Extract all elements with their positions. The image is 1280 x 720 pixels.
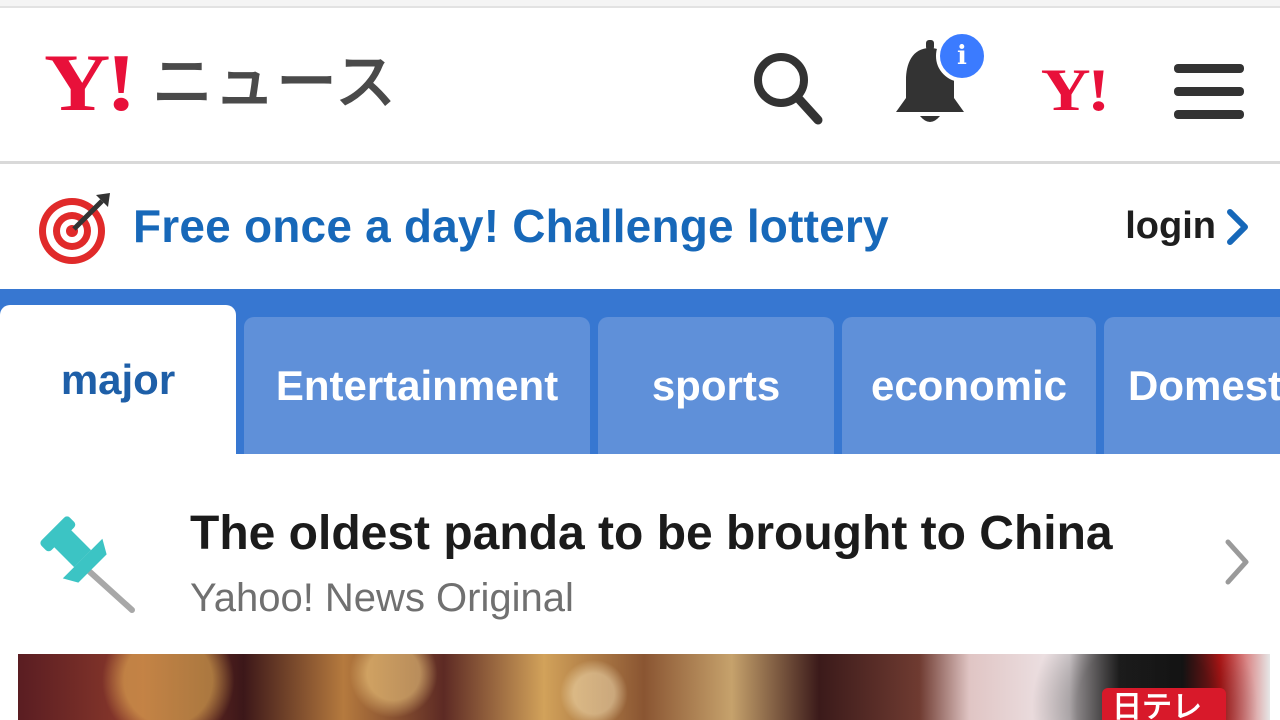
pinned-news-item[interactable]: The oldest panda to be brought to China … bbox=[0, 454, 1280, 654]
notification-badge: i bbox=[936, 30, 988, 82]
news-hero-image[interactable]: 日テレ bbox=[18, 654, 1270, 720]
tab-major[interactable]: major bbox=[0, 305, 236, 454]
news-wordmark: ニュース bbox=[152, 48, 398, 118]
yahoo-news-logo[interactable]: Y! ニュース bbox=[44, 42, 398, 124]
login-label: login bbox=[1125, 205, 1216, 247]
target-arrow-icon bbox=[39, 193, 110, 264]
news-source: Yahoo! News Original bbox=[190, 576, 574, 620]
channel-logo: 日テレ bbox=[1102, 688, 1226, 720]
yahoo-top-button[interactable]: Y! bbox=[1024, 58, 1124, 122]
menu-button[interactable] bbox=[1170, 56, 1248, 128]
hamburger-menu-icon bbox=[1174, 64, 1244, 119]
yahoo-mark-icon: Y! bbox=[1041, 57, 1110, 123]
lottery-text[interactable]: Free once a day! Challenge lottery bbox=[133, 199, 889, 253]
login-link[interactable]: login bbox=[1125, 205, 1250, 248]
search-icon bbox=[754, 53, 823, 125]
tab-entertainment[interactable]: Entertainment bbox=[244, 317, 590, 454]
search-button[interactable] bbox=[748, 46, 828, 130]
pushpin-icon bbox=[40, 516, 135, 613]
tab-domestic[interactable]: Domest bbox=[1104, 317, 1280, 454]
tab-sports[interactable]: sports bbox=[598, 317, 834, 454]
lottery-banner[interactable]: Free once a day! Challenge lottery login bbox=[0, 167, 1280, 289]
news-title[interactable]: The oldest panda to be brought to China bbox=[190, 506, 1113, 561]
hero-image-texture bbox=[18, 654, 1270, 720]
top-divider bbox=[0, 0, 1280, 8]
tab-economic[interactable]: economic bbox=[842, 317, 1096, 454]
chevron-right-icon bbox=[1225, 539, 1249, 585]
notification-button[interactable]: i bbox=[890, 30, 1000, 130]
chevron-right-icon bbox=[1227, 208, 1248, 245]
site-header: Y! ニュース i Y! bbox=[0, 8, 1280, 164]
category-tabs: major Entertainment sports economic Dome… bbox=[0, 289, 1280, 454]
yahoo-logo-mark: Y! bbox=[44, 37, 136, 128]
